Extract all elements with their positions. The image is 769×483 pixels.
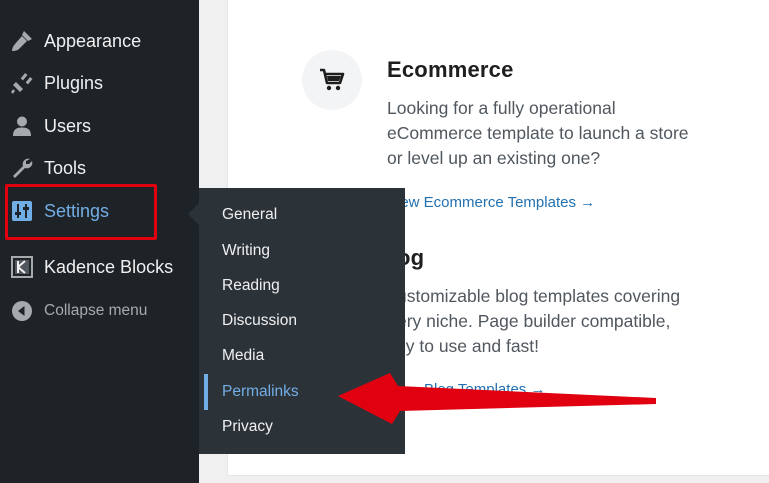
- blog-desc-line: ustomizable blog templates covering: [397, 286, 681, 306]
- sidebar-item-kadence-blocks[interactable]: Kadence Blocks: [0, 247, 199, 287]
- submenu-item-media[interactable]: Media: [222, 347, 264, 365]
- user-icon: [9, 113, 35, 139]
- sidebar-item-label: Appearance: [44, 30, 142, 51]
- collapse-arrow-icon: [9, 298, 35, 324]
- settings-submenu: General Writing Reading Discussion Media…: [199, 188, 405, 454]
- blog-templates-link[interactable]: Blog Templates →: [424, 381, 545, 398]
- sidebar-item-label: Tools: [44, 157, 87, 178]
- sidebar-item-users[interactable]: Users: [0, 106, 199, 146]
- blog-card-description: ustomizable blog templates covering ery …: [397, 284, 680, 359]
- wrench-icon: [9, 155, 35, 181]
- cart-icon: [320, 68, 345, 91]
- current-submenu-marker: [204, 374, 208, 410]
- blog-desc-line: ery niche. Page builder compatible,: [397, 311, 671, 331]
- settings-highlight-box: [5, 184, 157, 240]
- collapse-menu-label: Collapse menu: [44, 302, 148, 319]
- ecommerce-icon-circle: [302, 50, 362, 110]
- sidebar-item-plugins[interactable]: Plugins: [0, 63, 199, 103]
- sidebar-item-tools[interactable]: Tools: [0, 148, 199, 188]
- blog-desc-line: sy to use and fast!: [397, 336, 540, 356]
- submenu-item-general[interactable]: General: [222, 206, 277, 224]
- submenu-item-permalinks[interactable]: Permalinks: [222, 383, 299, 401]
- ecommerce-desc-line: or level up an existing one?: [387, 148, 601, 168]
- sidebar-item-label: Kadence Blocks: [44, 256, 174, 277]
- ecommerce-desc-line: eCommerce template to launch a store: [387, 123, 689, 143]
- submenu-item-discussion[interactable]: Discussion: [222, 312, 297, 330]
- paintbrush-icon: [9, 28, 35, 54]
- submenu-item-privacy[interactable]: Privacy: [222, 418, 273, 436]
- flyout-pointer: [188, 203, 199, 225]
- ecommerce-card-description: Looking for a fully operational eCommerc…: [387, 96, 689, 171]
- submenu-item-writing[interactable]: Writing: [222, 242, 270, 260]
- ecommerce-desc-line: Looking for a fully operational: [387, 98, 616, 118]
- sidebar-item-label: Plugins: [44, 72, 104, 93]
- admin-sidebar: Appearance Plugins Users Tools Settings …: [0, 0, 199, 483]
- sidebar-item-appearance[interactable]: Appearance: [0, 21, 199, 61]
- ecommerce-card-title: Ecommerce: [387, 57, 514, 82]
- kadence-icon: [9, 254, 35, 280]
- collapse-menu-button[interactable]: Collapse menu: [0, 291, 199, 331]
- sidebar-item-label: Users: [44, 115, 92, 136]
- submenu-item-reading[interactable]: Reading: [222, 277, 280, 295]
- ecommerce-templates-link[interactable]: iew Ecommerce Templates →: [397, 194, 595, 211]
- plugin-icon: [9, 70, 35, 96]
